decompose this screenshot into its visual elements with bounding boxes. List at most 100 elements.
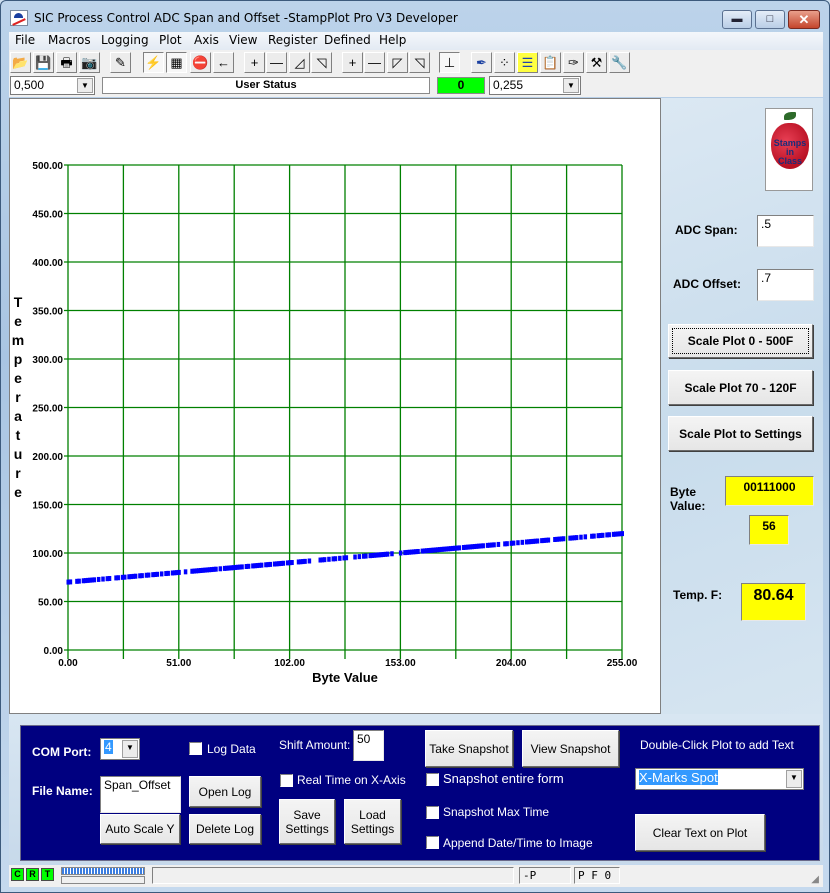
real-time-checkbox[interactable] <box>280 774 293 787</box>
y-axis-label-char: m <box>12 332 24 348</box>
y-shift-down-button[interactable]: ◹ <box>311 52 332 73</box>
data-point <box>457 545 462 551</box>
probe-button[interactable]: ✑ <box>563 52 584 73</box>
print-button[interactable]: 🖶 <box>56 52 77 73</box>
data-point <box>107 575 112 581</box>
note-button[interactable]: ☰ <box>517 52 538 73</box>
menu-help[interactable]: Help <box>379 33 406 47</box>
data-point <box>535 538 540 544</box>
shift-amount-input[interactable]: 50 <box>353 730 384 761</box>
snapshot-entire-form-checkbox[interactable] <box>426 773 439 786</box>
chart-svg[interactable]: 0.00 50.00 100.00 150.00 200.00 250.00 300.00 3… <box>10 99 660 713</box>
stop-sign-button[interactable]: ⛔ <box>190 52 211 73</box>
menu-file[interactable]: File <box>15 33 35 47</box>
plot-text-value: X-Marks Spot <box>639 770 718 785</box>
data-point <box>159 571 164 577</box>
x-shift-left-button[interactable]: ◹ <box>409 52 430 73</box>
data-point <box>592 533 596 539</box>
data-point <box>183 569 188 575</box>
x-zoom-in-button[interactable]: + <box>342 52 363 73</box>
plot-text-select[interactable]: X-Marks Spot ▼ <box>635 768 804 790</box>
data-point <box>322 557 327 563</box>
chevron-down-icon[interactable]: ▼ <box>786 770 802 788</box>
scale-0-500-button[interactable]: Scale Plot 0 - 500F <box>668 324 813 358</box>
camera-button[interactable]: 📷 <box>79 52 100 73</box>
clipboard-button[interactable]: 📋 <box>540 52 561 73</box>
axis-button[interactable]: ⊥ <box>439 52 460 73</box>
scale-70-120-button[interactable]: Scale Plot 70 - 120F <box>668 370 813 405</box>
menu-axis[interactable]: Axis <box>194 33 219 47</box>
x-range-select[interactable]: 0,255 ▼ <box>489 76 581 95</box>
y-range-select[interactable]: 0,500 ▼ <box>10 76 95 95</box>
data-point <box>140 573 144 579</box>
y-zoom-in-button[interactable]: + <box>244 52 265 73</box>
menu-plot[interactable]: Plot <box>159 33 182 47</box>
minimize-button[interactable]: ▬ <box>722 10 752 29</box>
x-zoom-out-button[interactable]: — <box>364 52 385 73</box>
y-shift-down-icon: ◹ <box>316 55 327 70</box>
clear-text-button[interactable]: Clear Text on Plot <box>635 814 765 851</box>
save-disk-icon: 💾 <box>35 55 52 70</box>
y-zoom-in-icon: + <box>250 55 259 70</box>
close-icon: ✕ <box>798 12 810 27</box>
chevron-down-icon[interactable]: ▼ <box>563 78 579 93</box>
plot-grid-button[interactable]: ▦ <box>166 52 187 73</box>
y-zoom-out-button[interactable]: — <box>266 52 287 73</box>
y-axis-label-char: u <box>14 446 23 462</box>
resize-grip-icon[interactable]: ◢ <box>811 874 819 885</box>
clear-wand-button[interactable]: ✎ <box>110 52 131 73</box>
app-icon[interactable] <box>10 10 28 26</box>
value-label: Value: <box>670 499 706 513</box>
pen-button[interactable]: ✒ <box>471 52 492 73</box>
menu-defined[interactable]: Defined <box>324 33 371 47</box>
x-shift-right-button[interactable]: ◸ <box>387 52 408 73</box>
y-axis-label-char: T <box>14 294 23 310</box>
wrench-icon: 🔧 <box>611 55 628 70</box>
maximize-button[interactable]: □ <box>755 10 785 29</box>
combo-row: 0,500 ▼ User Status 0 0,255 ▼ <box>9 76 823 97</box>
save-settings-button[interactable]: Save Settings <box>279 799 335 844</box>
chevron-down-icon[interactable]: ▼ <box>122 740 138 758</box>
status-panel-pf: P F 0 <box>574 867 620 884</box>
open-folder-button[interactable]: 📂 <box>10 52 31 73</box>
com-port-select[interactable]: 4 ▼ <box>100 738 140 760</box>
view-snapshot-button[interactable]: View Snapshot <box>522 730 619 767</box>
delete-log-button[interactable]: Delete Log <box>189 814 261 844</box>
menu-logging[interactable]: Logging <box>101 33 149 47</box>
data-point <box>338 555 342 561</box>
load-settings-button[interactable]: Load Settings <box>344 799 401 844</box>
menu-macros[interactable]: Macros <box>48 33 91 47</box>
menu-register[interactable]: Register <box>268 33 317 47</box>
open-log-button[interactable]: Open Log <box>189 776 261 807</box>
scale-to-settings-button[interactable]: Scale Plot to Settings <box>668 416 813 451</box>
y-axis-label-char: t <box>16 427 21 443</box>
file-name-input[interactable]: Span_Offset <box>100 776 181 813</box>
data-point <box>607 532 611 538</box>
plot-area[interactable]: 0.00 50.00 100.00 150.00 200.00 250.00 300.00 3… <box>9 98 661 714</box>
log-data-checkbox[interactable] <box>189 742 202 755</box>
chevron-down-icon[interactable]: ▼ <box>77 78 93 93</box>
snapshot-max-time-checkbox[interactable] <box>426 806 439 819</box>
save-disk-button[interactable]: 💾 <box>33 52 54 73</box>
adc-offset-input[interactable]: .7 <box>757 269 814 301</box>
y-shift-up-button[interactable]: ◿ <box>289 52 310 73</box>
close-button[interactable]: ✕ <box>788 10 820 29</box>
plot-grid-icon: ▦ <box>170 55 183 70</box>
adc-span-label: ADC Span: <box>675 223 738 237</box>
data-points-button[interactable]: ⁘ <box>494 52 515 73</box>
auto-scale-y-button[interactable]: Auto Scale Y <box>100 814 180 844</box>
hammer-button[interactable]: ⚒ <box>586 52 607 73</box>
append-date-time-checkbox[interactable] <box>426 836 439 849</box>
status-panel-main <box>152 867 514 884</box>
wrench-button[interactable]: 🔧 <box>609 52 630 73</box>
data-point <box>218 566 223 572</box>
menu-view[interactable]: View <box>229 33 257 47</box>
title-bar: SIC Process Control ADC Span and Offset … <box>1 1 829 33</box>
x-shift-left-icon: ◹ <box>414 55 425 70</box>
take-snapshot-button[interactable]: Take Snapshot <box>425 730 513 767</box>
file-name-label: File Name: <box>32 784 93 798</box>
back-arrow-button[interactable]: ← <box>213 52 234 73</box>
adc-span-input[interactable]: .5 <box>757 215 814 247</box>
y-range-value: 0,500 <box>14 78 45 92</box>
connect-plug-button[interactable]: ⚡ <box>143 52 164 73</box>
